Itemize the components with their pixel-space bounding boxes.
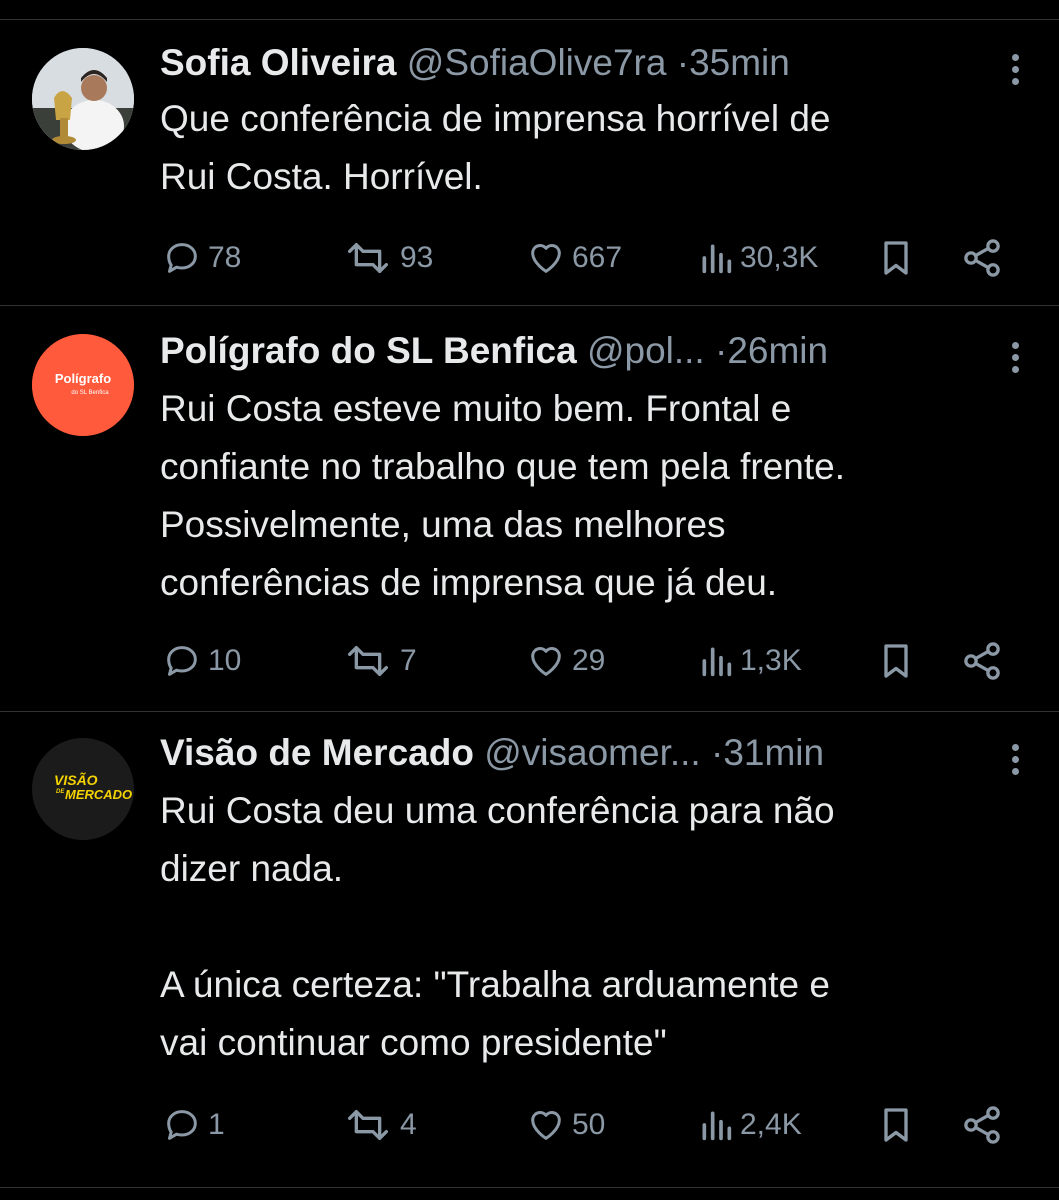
like-count: 29 — [572, 644, 606, 677]
author-handle[interactable]: @visaomer... — [484, 732, 700, 773]
retweet-button[interactable]: 4 — [340, 1102, 417, 1148]
retweet-count: 93 — [400, 241, 434, 274]
views-count: 30,3K — [740, 241, 819, 274]
share-icon — [964, 1106, 1000, 1144]
tweet[interactable]: Sofia Oliveira @SofiaOlive7ra ·35min Que… — [0, 20, 1059, 306]
retweet-count: 7 — [400, 644, 417, 677]
like-button[interactable]: 50 — [524, 1102, 605, 1148]
retweet-button[interactable]: 7 — [340, 638, 417, 684]
tweet-text: Rui Costa deu uma conferência para não d… — [160, 790, 835, 1063]
like-icon — [531, 647, 561, 676]
reply-icon — [167, 243, 197, 273]
avatar-logo: Polígrafo do SL Benfica — [32, 334, 134, 436]
reply-icon — [167, 1110, 197, 1140]
avatar-logo: VISÃO DE MERCADO — [32, 738, 134, 840]
action-bar: 1 4 50 2,4K — [160, 1102, 1009, 1148]
views-count: 1,3K — [740, 644, 802, 677]
bookmark-icon — [884, 1108, 908, 1142]
share-icon — [964, 642, 1000, 680]
share-button[interactable] — [960, 1102, 1004, 1148]
bookmark-button[interactable] — [876, 235, 916, 281]
bookmark-button[interactable] — [876, 638, 916, 684]
reply-button[interactable]: 1 — [160, 1102, 225, 1148]
views-icon — [702, 647, 732, 677]
like-icon — [531, 244, 561, 273]
views-icon — [702, 244, 732, 274]
avatar-logo-text-2: MERCADO — [65, 787, 132, 802]
like-count: 667 — [572, 241, 623, 274]
reply-count: 10 — [208, 644, 242, 677]
avatar-photo — [32, 48, 134, 150]
retweet-icon — [348, 1110, 388, 1140]
author-name[interactable]: Polígrafo do SL Benfica — [160, 330, 577, 371]
separator-dot: · — [710, 732, 724, 773]
author-name[interactable]: Visão de Mercado — [160, 732, 474, 773]
tweet-text: Rui Costa esteve muito bem. Frontal e co… — [160, 388, 845, 603]
bookmark-icon — [884, 644, 908, 678]
avatar[interactable]: VISÃO DE MERCADO — [32, 738, 134, 840]
share-button[interactable] — [960, 638, 1004, 684]
like-button[interactable]: 667 — [524, 235, 622, 281]
avatar-logo-subtext: do SL Benfica — [71, 390, 109, 396]
timestamp[interactable]: 31min — [723, 732, 824, 773]
reply-count: 1 — [208, 1108, 225, 1141]
like-count: 50 — [572, 1108, 606, 1141]
retweet-count: 4 — [400, 1108, 417, 1141]
avatar[interactable] — [32, 48, 134, 150]
author-handle[interactable]: @pol... — [587, 330, 705, 371]
views-icon — [702, 1111, 732, 1141]
tweet-text: Que conferência de imprensa horrível de … — [160, 98, 831, 197]
views-button[interactable]: 2,4K — [696, 1102, 802, 1148]
timestamp[interactable]: 35min — [689, 42, 790, 83]
bookmark-icon — [884, 241, 908, 275]
avatar-logo-text: Polígrafo — [55, 371, 111, 386]
avatar-logo-subtext: DE — [56, 789, 65, 795]
more-icon[interactable] — [1009, 342, 1021, 378]
action-bar: 78 93 667 30,3K — [160, 235, 1009, 281]
more-icon[interactable] — [1009, 744, 1021, 780]
retweet-icon — [348, 243, 388, 273]
avatar[interactable]: Polígrafo do SL Benfica — [32, 334, 134, 436]
avatar-logo-text: VISÃO — [54, 771, 98, 788]
reply-button[interactable]: 10 — [160, 638, 241, 684]
more-icon[interactable] — [1009, 54, 1021, 90]
action-bar: 10 7 29 1,3K — [160, 638, 1009, 684]
like-button[interactable]: 29 — [524, 638, 605, 684]
share-icon — [964, 239, 1000, 277]
author-handle[interactable]: @SofiaOlive7ra — [407, 42, 667, 83]
separator-dot: · — [676, 42, 690, 83]
views-count: 2,4K — [740, 1108, 802, 1141]
author-name[interactable]: Sofia Oliveira — [160, 42, 397, 83]
separator-dot: · — [715, 330, 728, 371]
tweet[interactable]: Polígrafo do SL Benfica Polígrafo do SL … — [0, 306, 1059, 712]
tweet-header: Polígrafo do SL Benfica @pol... ·26min — [160, 328, 999, 374]
tweet[interactable]: VISÃO DE MERCADO Visão de Mercado @visao… — [0, 712, 1059, 1188]
views-button[interactable]: 1,3K — [696, 638, 802, 684]
tweet-header: Sofia Oliveira @SofiaOlive7ra ·35min — [160, 40, 999, 86]
timestamp[interactable]: 26min — [727, 330, 828, 371]
reply-icon — [167, 646, 197, 676]
bookmark-button[interactable] — [876, 1102, 916, 1148]
like-icon — [531, 1111, 561, 1140]
reply-count: 78 — [208, 241, 242, 274]
retweet-button[interactable]: 93 — [340, 235, 433, 281]
share-button[interactable] — [960, 235, 1004, 281]
tweet-header: Visão de Mercado @visaomer... ·31min — [160, 730, 999, 776]
views-button[interactable]: 30,3K — [696, 235, 818, 281]
reply-button[interactable]: 78 — [160, 235, 241, 281]
retweet-icon — [348, 646, 388, 676]
